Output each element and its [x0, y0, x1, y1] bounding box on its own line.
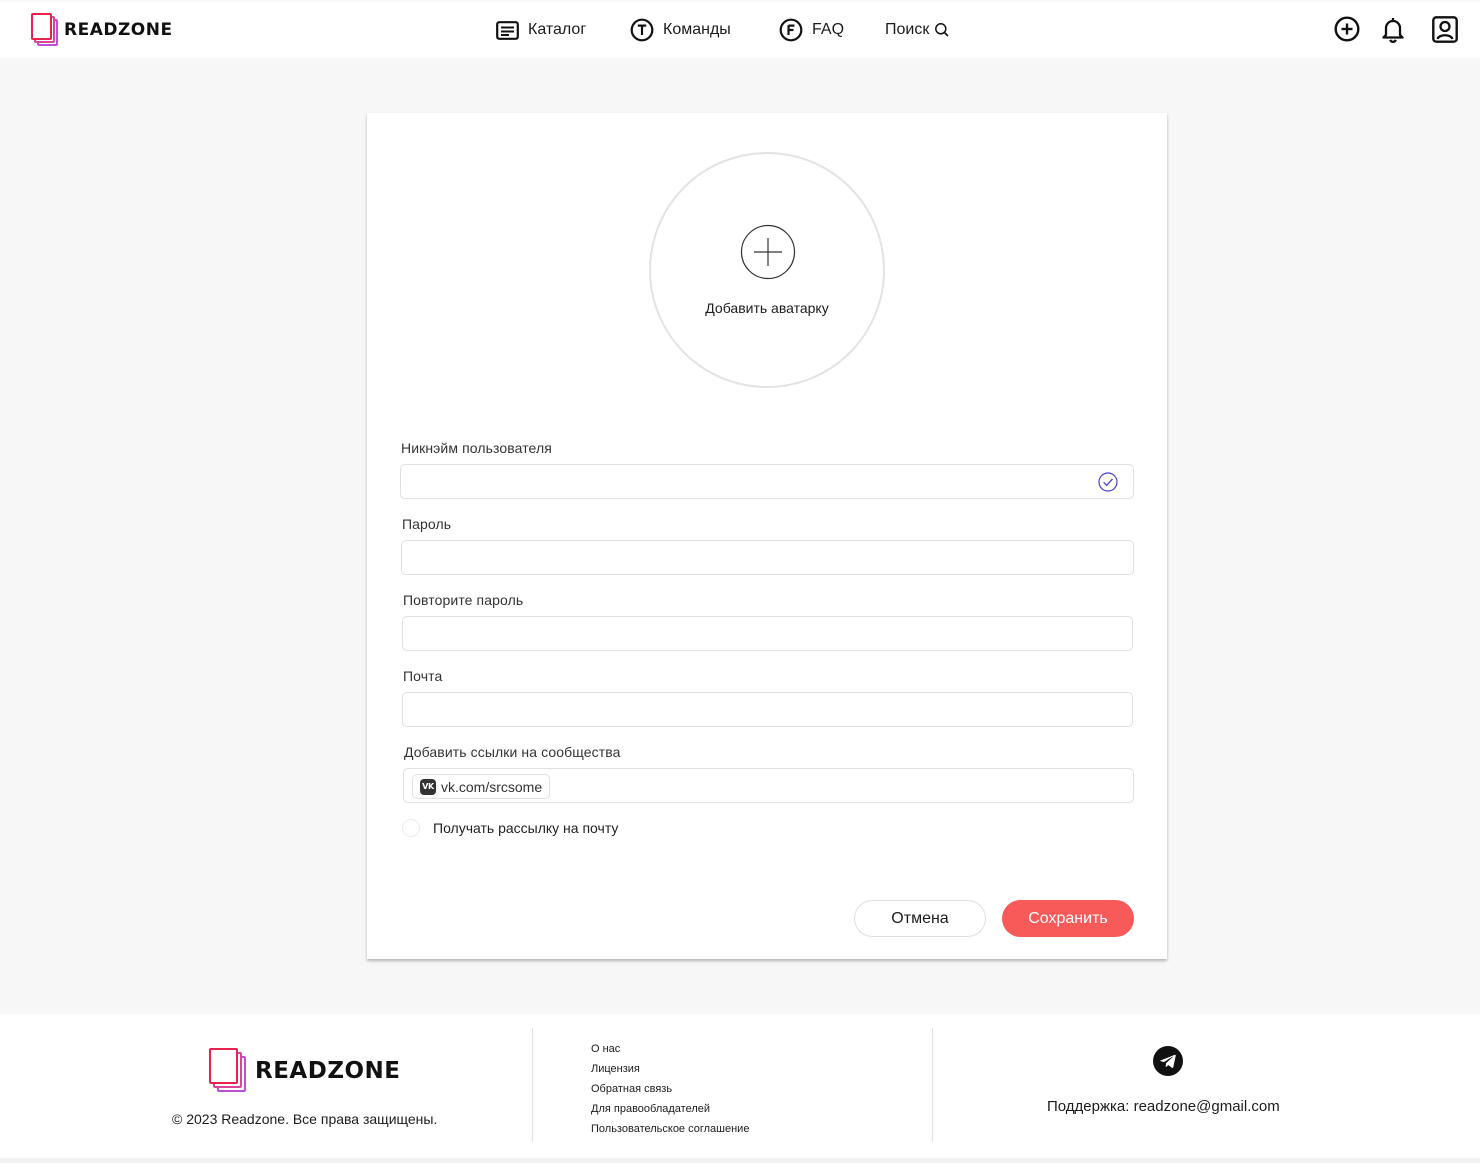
- nav-faq-label: FAQ: [812, 21, 845, 38]
- footer-logo[interactable]: READZONE: [209, 1048, 401, 1093]
- newsletter-checkbox[interactable]: [402, 819, 420, 837]
- nav-faq[interactable]: FAQ: [779, 18, 844, 42]
- footer-links: О нас Лицензия Обратная связь Для правоо…: [591, 1039, 749, 1139]
- footer-link-feedback[interactable]: Обратная связь: [591, 1079, 749, 1099]
- vk-icon: VK: [420, 778, 436, 795]
- bell-icon[interactable]: [1380, 16, 1406, 43]
- footer-divider: [932, 1028, 933, 1142]
- footer-link-license[interactable]: Лицензия: [591, 1059, 749, 1079]
- telegram-icon[interactable]: [1153, 1046, 1183, 1076]
- logo-mark-icon: [31, 13, 59, 47]
- top-header: READZONE Каталог Команды FAQ Поиск: [0, 2, 1480, 58]
- profile-form-card: Добавить аватарку Никнэйм пользователя П…: [367, 113, 1167, 959]
- email-label: Почта: [403, 668, 443, 684]
- newsletter-label: Получать рассылку на почту: [433, 820, 619, 836]
- nav-teams-label: Команды: [663, 21, 731, 38]
- profile-icon[interactable]: [1432, 16, 1458, 43]
- nav-teams[interactable]: Команды: [630, 18, 731, 42]
- header-logo[interactable]: READZONE: [31, 13, 173, 47]
- avatar-upload-label: Добавить аватарку: [705, 300, 829, 316]
- nav-search[interactable]: Поиск: [885, 18, 950, 42]
- logo-mark-icon: [209, 1048, 247, 1093]
- support-email: Поддержка: readzone@gmail.com: [1047, 1098, 1280, 1115]
- page-footer: READZONE © 2023 Readzone. Все права защи…: [0, 1014, 1480, 1158]
- save-button[interactable]: Сохранить: [1002, 900, 1134, 937]
- nav-catalog-label: Каталог: [528, 21, 587, 38]
- footer-link-terms[interactable]: Пользовательское соглашение: [591, 1119, 749, 1139]
- footer-link-rightholders[interactable]: Для правообладателей: [591, 1099, 749, 1119]
- password-repeat-label: Повторите пароль: [403, 592, 524, 608]
- nav-search-label: Поиск: [885, 21, 930, 38]
- nickname-label: Никнэйм пользователя: [401, 440, 552, 456]
- password-repeat-input[interactable]: [402, 616, 1133, 651]
- catalog-icon: [496, 20, 519, 40]
- logo-text: READZONE: [64, 20, 173, 40]
- avatar-upload[interactable]: Добавить аватарку: [649, 152, 885, 388]
- link-chip-text: vk.com/srcsome: [441, 778, 543, 795]
- plus-icon: [740, 224, 796, 280]
- faq-circle-f-icon: [779, 18, 803, 42]
- community-links-label: Добавить ссылки на сообщества: [404, 744, 621, 760]
- bottom-strip: [0, 1158, 1480, 1163]
- password-input[interactable]: [401, 540, 1134, 575]
- teams-circle-t-icon: [630, 18, 654, 42]
- copyright-text: © 2023 Readzone. Все права защищены.: [172, 1111, 438, 1127]
- check-circle-icon: [1098, 472, 1118, 492]
- search-icon: [935, 23, 949, 37]
- email-input[interactable]: [402, 692, 1133, 727]
- add-circle-icon[interactable]: [1334, 16, 1360, 42]
- logo-text: READZONE: [255, 1057, 401, 1084]
- link-chip-vk[interactable]: VK vk.com/srcsome: [412, 774, 551, 799]
- footer-link-about[interactable]: О нас: [591, 1039, 749, 1059]
- nickname-input[interactable]: [400, 464, 1134, 499]
- cancel-button[interactable]: Отмена: [854, 900, 986, 937]
- footer-divider: [532, 1028, 533, 1142]
- nav-catalog[interactable]: Каталог: [496, 18, 586, 42]
- password-label: Пароль: [402, 516, 452, 532]
